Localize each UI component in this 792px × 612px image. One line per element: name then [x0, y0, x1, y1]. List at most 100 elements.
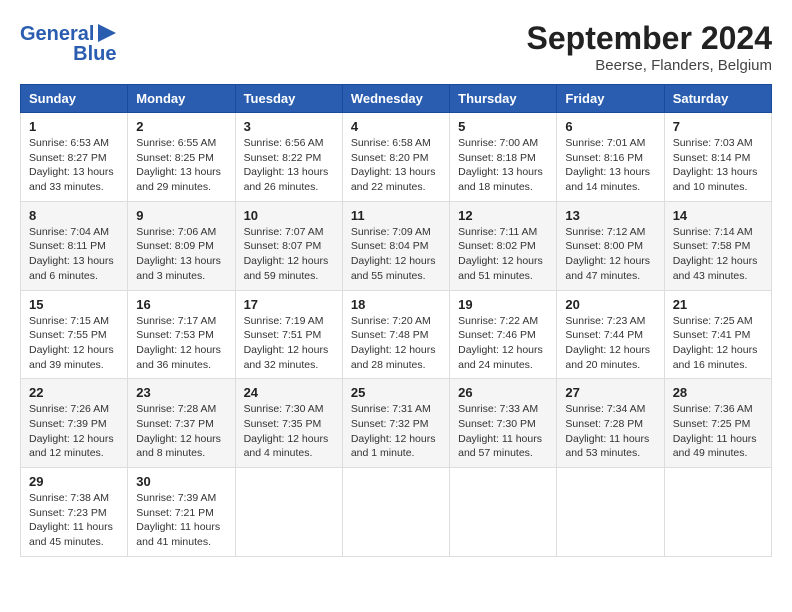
calendar-day-cell: 12 Sunrise: 7:11 AMSunset: 8:02 PMDaylig…	[450, 201, 557, 290]
calendar-day-cell: 29 Sunrise: 7:38 AMSunset: 7:23 PMDaylig…	[21, 468, 128, 557]
calendar-day-cell: 5 Sunrise: 7:00 AMSunset: 8:18 PMDayligh…	[450, 113, 557, 202]
day-info: Sunrise: 6:55 AMSunset: 8:25 PMDaylight:…	[136, 136, 226, 195]
calendar-day-cell	[235, 468, 342, 557]
day-info: Sunrise: 7:19 AMSunset: 7:51 PMDaylight:…	[244, 314, 334, 373]
calendar-week-row: 1 Sunrise: 6:53 AMSunset: 8:27 PMDayligh…	[21, 113, 772, 202]
day-info: Sunrise: 7:01 AMSunset: 8:16 PMDaylight:…	[565, 136, 655, 195]
calendar-day-cell: 7 Sunrise: 7:03 AMSunset: 8:14 PMDayligh…	[664, 113, 771, 202]
day-info: Sunrise: 7:15 AMSunset: 7:55 PMDaylight:…	[29, 314, 119, 373]
logo: General Blue	[20, 20, 116, 65]
day-info: Sunrise: 7:06 AMSunset: 8:09 PMDaylight:…	[136, 225, 226, 284]
day-number: 4	[351, 119, 441, 134]
day-info: Sunrise: 7:28 AMSunset: 7:37 PMDaylight:…	[136, 402, 226, 461]
day-number: 19	[458, 297, 548, 312]
day-info: Sunrise: 7:36 AMSunset: 7:25 PMDaylight:…	[673, 402, 763, 461]
day-number: 11	[351, 208, 441, 223]
day-number: 7	[673, 119, 763, 134]
weekday-header-cell: Saturday	[664, 85, 771, 113]
month-title: September 2024	[527, 20, 772, 57]
calendar-day-cell: 10 Sunrise: 7:07 AMSunset: 8:07 PMDaylig…	[235, 201, 342, 290]
day-info: Sunrise: 7:23 AMSunset: 7:44 PMDaylight:…	[565, 314, 655, 373]
location-subtitle: Beerse, Flanders, Belgium	[527, 57, 772, 74]
weekday-header-cell: Tuesday	[235, 85, 342, 113]
day-number: 23	[136, 385, 226, 400]
calendar-day-cell: 2 Sunrise: 6:55 AMSunset: 8:25 PMDayligh…	[128, 113, 235, 202]
calendar-day-cell: 17 Sunrise: 7:19 AMSunset: 7:51 PMDaylig…	[235, 290, 342, 379]
day-number: 9	[136, 208, 226, 223]
day-info: Sunrise: 6:58 AMSunset: 8:20 PMDaylight:…	[351, 136, 441, 195]
day-number: 2	[136, 119, 226, 134]
day-info: Sunrise: 7:00 AMSunset: 8:18 PMDaylight:…	[458, 136, 548, 195]
day-info: Sunrise: 7:03 AMSunset: 8:14 PMDaylight:…	[673, 136, 763, 195]
calendar-week-row: 22 Sunrise: 7:26 AMSunset: 7:39 PMDaylig…	[21, 379, 772, 468]
day-number: 1	[29, 119, 119, 134]
calendar-week-row: 8 Sunrise: 7:04 AMSunset: 8:11 PMDayligh…	[21, 201, 772, 290]
logo-text-blue: Blue	[73, 43, 116, 65]
day-info: Sunrise: 7:04 AMSunset: 8:11 PMDaylight:…	[29, 225, 119, 284]
calendar-day-cell: 26 Sunrise: 7:33 AMSunset: 7:30 PMDaylig…	[450, 379, 557, 468]
day-info: Sunrise: 7:12 AMSunset: 8:00 PMDaylight:…	[565, 225, 655, 284]
header: General Blue September 2024 Beerse, Flan…	[20, 20, 772, 74]
day-info: Sunrise: 6:56 AMSunset: 8:22 PMDaylight:…	[244, 136, 334, 195]
day-number: 22	[29, 385, 119, 400]
day-info: Sunrise: 7:31 AMSunset: 7:32 PMDaylight:…	[351, 402, 441, 461]
day-info: Sunrise: 7:09 AMSunset: 8:04 PMDaylight:…	[351, 225, 441, 284]
day-number: 8	[29, 208, 119, 223]
calendar-day-cell: 15 Sunrise: 7:15 AMSunset: 7:55 PMDaylig…	[21, 290, 128, 379]
calendar-body: 1 Sunrise: 6:53 AMSunset: 8:27 PMDayligh…	[21, 113, 772, 557]
day-number: 5	[458, 119, 548, 134]
day-info: Sunrise: 7:33 AMSunset: 7:30 PMDaylight:…	[458, 402, 548, 461]
day-number: 18	[351, 297, 441, 312]
calendar-day-cell: 6 Sunrise: 7:01 AMSunset: 8:16 PMDayligh…	[557, 113, 664, 202]
calendar-day-cell	[557, 468, 664, 557]
calendar-day-cell: 19 Sunrise: 7:22 AMSunset: 7:46 PMDaylig…	[450, 290, 557, 379]
day-number: 27	[565, 385, 655, 400]
calendar-day-cell: 30 Sunrise: 7:39 AMSunset: 7:21 PMDaylig…	[128, 468, 235, 557]
weekday-header-cell: Monday	[128, 85, 235, 113]
logo-text-general: General	[20, 23, 94, 45]
day-number: 29	[29, 474, 119, 489]
calendar-day-cell: 1 Sunrise: 6:53 AMSunset: 8:27 PMDayligh…	[21, 113, 128, 202]
day-info: Sunrise: 7:34 AMSunset: 7:28 PMDaylight:…	[565, 402, 655, 461]
day-number: 12	[458, 208, 548, 223]
calendar-day-cell: 4 Sunrise: 6:58 AMSunset: 8:20 PMDayligh…	[342, 113, 449, 202]
calendar-week-row: 15 Sunrise: 7:15 AMSunset: 7:55 PMDaylig…	[21, 290, 772, 379]
title-area: September 2024 Beerse, Flanders, Belgium	[527, 20, 772, 74]
calendar-day-cell: 3 Sunrise: 6:56 AMSunset: 8:22 PMDayligh…	[235, 113, 342, 202]
day-number: 25	[351, 385, 441, 400]
weekday-header-row: SundayMondayTuesdayWednesdayThursdayFrid…	[21, 85, 772, 113]
calendar-day-cell: 27 Sunrise: 7:34 AMSunset: 7:28 PMDaylig…	[557, 379, 664, 468]
weekday-header-cell: Friday	[557, 85, 664, 113]
calendar-day-cell: 13 Sunrise: 7:12 AMSunset: 8:00 PMDaylig…	[557, 201, 664, 290]
day-number: 24	[244, 385, 334, 400]
day-number: 26	[458, 385, 548, 400]
weekday-header-cell: Thursday	[450, 85, 557, 113]
day-info: Sunrise: 7:39 AMSunset: 7:21 PMDaylight:…	[136, 491, 226, 550]
day-number: 20	[565, 297, 655, 312]
day-info: Sunrise: 7:30 AMSunset: 7:35 PMDaylight:…	[244, 402, 334, 461]
calendar-day-cell: 16 Sunrise: 7:17 AMSunset: 7:53 PMDaylig…	[128, 290, 235, 379]
calendar-day-cell: 24 Sunrise: 7:30 AMSunset: 7:35 PMDaylig…	[235, 379, 342, 468]
calendar-day-cell: 11 Sunrise: 7:09 AMSunset: 8:04 PMDaylig…	[342, 201, 449, 290]
calendar-day-cell: 21 Sunrise: 7:25 AMSunset: 7:41 PMDaylig…	[664, 290, 771, 379]
calendar-day-cell: 28 Sunrise: 7:36 AMSunset: 7:25 PMDaylig…	[664, 379, 771, 468]
day-info: Sunrise: 6:53 AMSunset: 8:27 PMDaylight:…	[29, 136, 119, 195]
day-info: Sunrise: 7:07 AMSunset: 8:07 PMDaylight:…	[244, 225, 334, 284]
calendar-day-cell: 22 Sunrise: 7:26 AMSunset: 7:39 PMDaylig…	[21, 379, 128, 468]
day-info: Sunrise: 7:25 AMSunset: 7:41 PMDaylight:…	[673, 314, 763, 373]
day-info: Sunrise: 7:11 AMSunset: 8:02 PMDaylight:…	[458, 225, 548, 284]
calendar-day-cell: 20 Sunrise: 7:23 AMSunset: 7:44 PMDaylig…	[557, 290, 664, 379]
day-number: 14	[673, 208, 763, 223]
calendar-day-cell: 23 Sunrise: 7:28 AMSunset: 7:37 PMDaylig…	[128, 379, 235, 468]
day-info: Sunrise: 7:14 AMSunset: 7:58 PMDaylight:…	[673, 225, 763, 284]
calendar-day-cell: 14 Sunrise: 7:14 AMSunset: 7:58 PMDaylig…	[664, 201, 771, 290]
weekday-header-cell: Sunday	[21, 85, 128, 113]
calendar-day-cell	[664, 468, 771, 557]
day-number: 21	[673, 297, 763, 312]
day-number: 30	[136, 474, 226, 489]
day-number: 15	[29, 297, 119, 312]
day-number: 17	[244, 297, 334, 312]
day-number: 13	[565, 208, 655, 223]
calendar-table: SundayMondayTuesdayWednesdayThursdayFrid…	[20, 84, 772, 557]
day-info: Sunrise: 7:20 AMSunset: 7:48 PMDaylight:…	[351, 314, 441, 373]
